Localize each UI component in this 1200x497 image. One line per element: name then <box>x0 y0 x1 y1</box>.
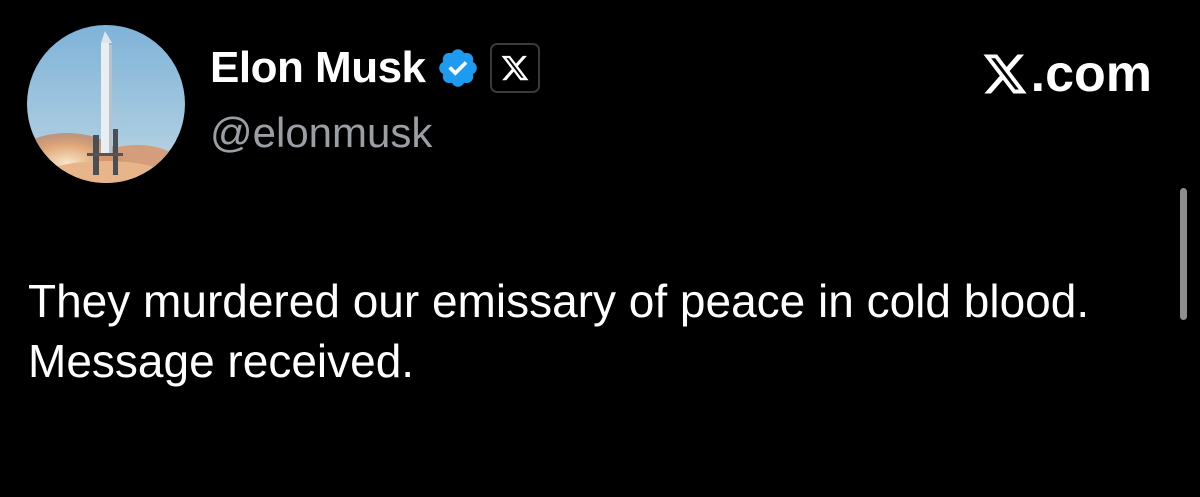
brand-domain-suffix: .com <box>1030 45 1152 103</box>
scrollbar[interactable] <box>1180 188 1187 320</box>
author-handle[interactable]: @elonmusk <box>210 109 432 156</box>
author-display-name[interactable]: Elon Musk <box>210 46 426 90</box>
author-name-row: Elon Musk <box>210 40 540 96</box>
tweet-card: Elon Musk @elonmusk .com They murdered o… <box>0 0 1200 497</box>
tweet-text: They murdered our emissary of peace in c… <box>28 275 1090 387</box>
avatar-rocket-image <box>27 25 185 183</box>
avatar[interactable] <box>27 25 185 183</box>
x-logo-icon <box>501 55 529 81</box>
x-affiliation-badge[interactable] <box>489 43 540 93</box>
brand-logo: .com <box>981 44 1152 104</box>
verified-badge-icon <box>436 46 480 90</box>
x-logo-icon <box>981 50 1029 98</box>
